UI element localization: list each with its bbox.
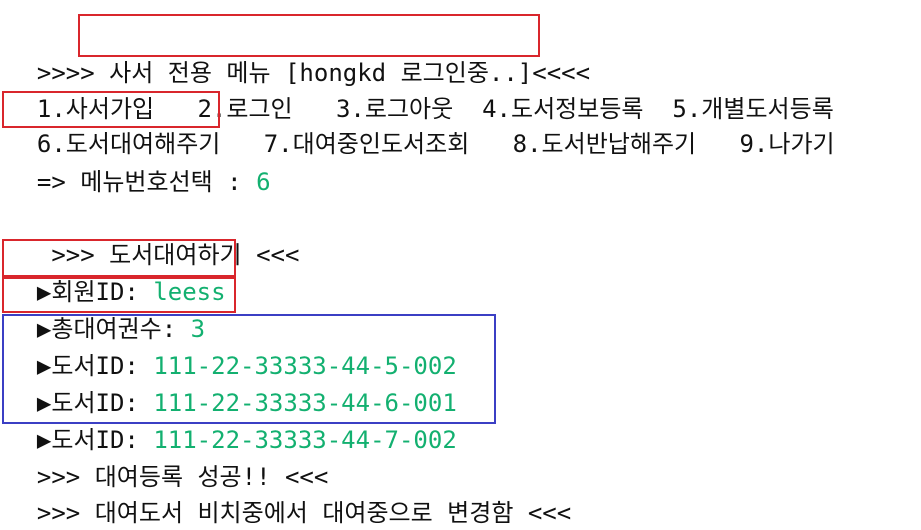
book-ids-highlight: [2, 314, 496, 424]
status-message: >>> 대여도서 비치중에서 대여중으로 변경함 <<<: [8, 462, 571, 527]
menu-item-lent-books-view: 7.대여중인도서조회: [263, 130, 470, 158]
prompt-input-value: 6: [256, 168, 271, 196]
menu-item-return-book: 8.도서반납해주기: [512, 130, 697, 158]
menu-item-exit: 9.나가기: [739, 130, 835, 158]
success-message: >>> 대여등록 성공!! <<<: [8, 426, 328, 491]
section-title: >>> 도서대여하기 <<<: [8, 204, 299, 269]
menu-item-lend-book-highlight: [2, 91, 220, 128]
header-title-highlight: [78, 14, 540, 57]
menu-prompt: => 메뉴번호선택 : 6: [8, 131, 271, 196]
member-id-highlight: [2, 239, 236, 277]
status-message-text: >>> 대여도서 비치중에서 대여중으로 변경함 <<<: [36, 499, 572, 527]
total-lend-highlight: [2, 277, 236, 313]
prompt-label: => 메뉴번호선택 :: [36, 168, 257, 196]
menu-row-1: 1.사서가입 2.로그인 3.로그아웃 4.도서정보등록 5.개별도서등록: [8, 58, 834, 123]
